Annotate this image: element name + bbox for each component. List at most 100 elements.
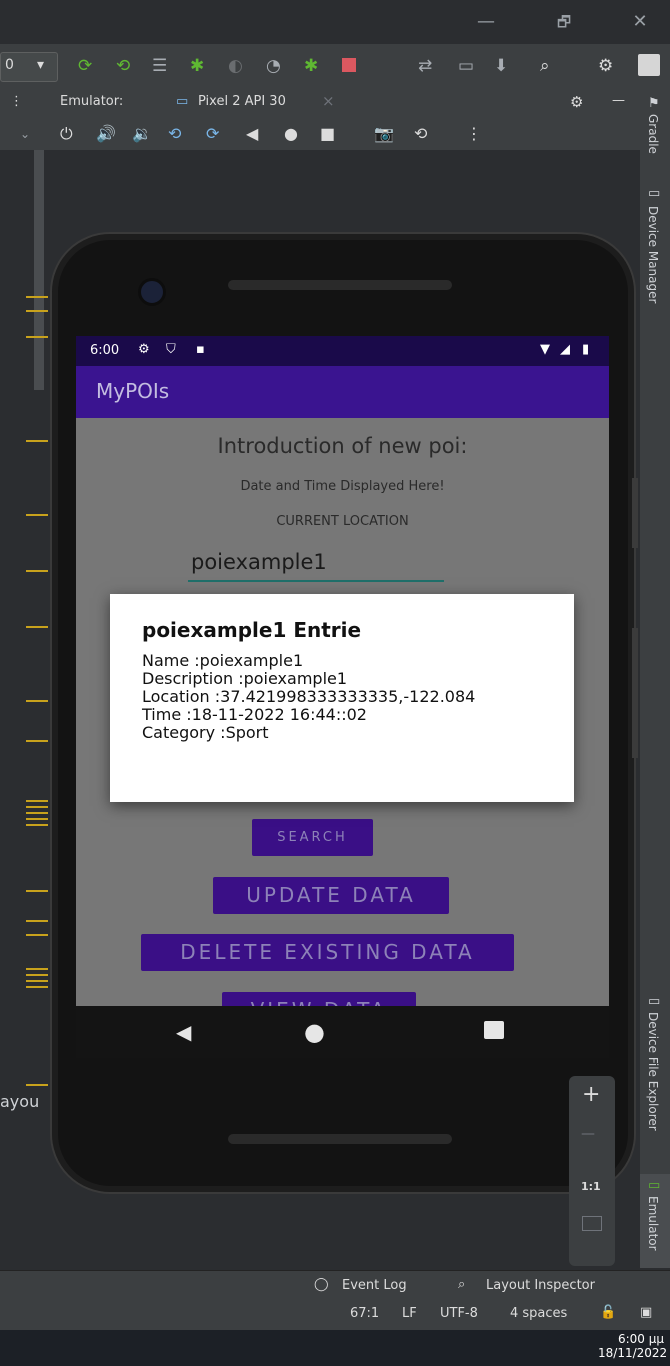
stop-icon[interactable] (342, 58, 356, 72)
dialog-body: Name :poiexample1 Description :poiexampl… (142, 652, 475, 742)
emulator-controls: ⌄ ⏻ 🔊 🔉 ⟲ ⟳ ◀ ● ■ 📷 ⟲ ⋮ (0, 118, 640, 150)
apply-code-changes-icon[interactable]: ⟲ (116, 54, 130, 78)
editor-gutter: ayou (0, 150, 56, 1270)
sd-card-icon: ▪ (196, 342, 205, 357)
power-key (632, 478, 638, 548)
line-separator[interactable]: LF (402, 1306, 417, 1321)
tab-close-icon[interactable]: × (322, 92, 335, 110)
event-log-icon: ◯ (314, 1277, 329, 1292)
layout-inspector-icon: ⌕ (458, 1277, 466, 1292)
logcat-icon[interactable]: ☰ (152, 54, 167, 78)
gutter-marker (26, 1084, 48, 1086)
gutter-marker (26, 818, 48, 820)
user-avatar[interactable] (638, 54, 660, 76)
hide-panel-icon[interactable]: — (612, 93, 625, 108)
view-data-button[interactable]: VIEW DATA (222, 992, 416, 1006)
emulator-tab-bar: ⋮ Emulator: ▭ Pixel 2 API 30 × ⚙ — (0, 88, 640, 121)
gutter-marker (26, 806, 48, 808)
tab-label: Pixel 2 API 30 (198, 94, 286, 109)
clock[interactable]: 6:00 μμ 18/11/2022 (598, 1332, 667, 1360)
lock-icon[interactable]: 🔓 (600, 1305, 616, 1320)
device-manager-icon: ▭ (648, 186, 661, 201)
settings-notification-icon: ⚙ (138, 342, 150, 357)
device-file-explorer-tool-tab[interactable]: Device File Explorer (646, 1012, 660, 1131)
search-button[interactable]: SEARCH (252, 819, 373, 856)
collapse-icon[interactable]: ⌄ (20, 123, 30, 145)
run-config-dropdown[interactable]: 0 ▾ (0, 52, 58, 82)
rotate-right-icon[interactable]: ⟳ (206, 123, 219, 145)
current-location-text: CURRENT LOCATION (276, 514, 409, 529)
close-button[interactable]: ✕ (620, 8, 660, 36)
volume-down-icon[interactable]: 🔉 (132, 123, 152, 145)
gutter-marker (26, 310, 48, 312)
entry-dialog: poiexample1 Entrie Name :poiexample1 Des… (110, 594, 574, 802)
zoom-actual-size-button[interactable]: 1:1 (581, 1180, 601, 1193)
notifications-icon[interactable]: ▣ (640, 1305, 652, 1320)
sdk-manager-icon[interactable]: ⬇ (494, 54, 508, 78)
gutter-marker (26, 440, 48, 442)
gutter-marker (26, 336, 48, 338)
gutter-marker (26, 626, 48, 628)
gutter-marker (26, 700, 48, 702)
poi-name-input[interactable]: poiexample1 (188, 544, 444, 582)
dialog-line-location: Location :37.421998333333335,-122.084 (142, 687, 476, 706)
update-data-button[interactable]: UPDATE DATA (213, 877, 449, 914)
gutter-marker (26, 812, 48, 814)
minimize-button[interactable]: — (466, 8, 506, 36)
layout-inspector-tab[interactable]: Layout Inspector (486, 1278, 595, 1293)
gutter-marker (26, 800, 48, 802)
device-manager-tool-tab[interactable]: Device Manager (646, 206, 660, 303)
snapshot-icon[interactable]: ⟲ (414, 123, 427, 145)
right-tool-strip: ⚑ Gradle ▭ Device Manager ▭ Device File … (640, 88, 670, 1268)
nav-overview-icon[interactable] (484, 1021, 504, 1039)
dialog-line-description: Description :poiexample1 (142, 669, 348, 688)
power-icon[interactable]: ⏻ (60, 123, 73, 145)
app-title: MyPOIs (96, 379, 170, 403)
profiler-icon[interactable]: ◔ (266, 54, 281, 78)
debug-icon[interactable]: ✱ (190, 54, 204, 78)
main-toolbar: 0 ▾ ⟳ ⟲ ☰ ✱ ◐ ◔ ✱ ⇄ ▭ ⬇ ⌕ ⚙ (0, 44, 670, 89)
nav-back-icon[interactable]: ◀ (176, 1020, 191, 1044)
gradle-tool-tab[interactable]: Gradle (646, 114, 660, 154)
caret-position[interactable]: 67:1 (350, 1306, 379, 1321)
tab-pixel-2-api-30[interactable]: ▭ Pixel 2 API 30 × (164, 88, 354, 121)
gutter-scrollbar[interactable] (34, 150, 44, 390)
zoom-fit-icon[interactable] (582, 1216, 602, 1231)
back-icon[interactable]: ◀ (246, 123, 258, 145)
emulator-icon: ▭ (648, 1178, 661, 1193)
overview-icon[interactable]: ■ (320, 123, 335, 145)
coverage-icon[interactable]: ◐ (228, 54, 243, 78)
attach-debugger-icon[interactable]: ✱ (304, 54, 318, 78)
gutter-marker (26, 920, 48, 922)
nav-home-icon[interactable]: ● (304, 1018, 325, 1046)
zoom-out-button[interactable]: — (581, 1126, 595, 1142)
date-time-text: Date and Time Displayed Here! (240, 479, 445, 494)
apply-changes-icon[interactable]: ⟳ (78, 54, 92, 78)
file-encoding[interactable]: UTF-8 (440, 1306, 478, 1321)
more-options-icon[interactable]: ⋮ (466, 123, 482, 145)
gutter-marker (26, 514, 48, 516)
wifi-icon: ▼ (540, 342, 550, 357)
gutter-marker (26, 934, 48, 936)
gutter-marker (26, 740, 48, 742)
zoom-in-button[interactable]: + (582, 1082, 600, 1107)
avd-manager-icon[interactable]: ▭ (458, 54, 474, 78)
tab-options-icon[interactable]: ⋮ (10, 94, 23, 109)
gear-icon[interactable]: ⚙ (598, 54, 613, 78)
home-icon[interactable]: ● (284, 123, 298, 145)
rotate-left-icon[interactable]: ⟲ (168, 123, 181, 145)
gradle-icon: ⚑ (648, 96, 660, 111)
gutter-partial-text: ayou (0, 1092, 40, 1111)
signal-icon: ◢ (560, 342, 570, 357)
volume-up-icon[interactable]: 🔊 (96, 123, 116, 145)
indent-setting[interactable]: 4 spaces (510, 1306, 567, 1321)
emulator-tab-active[interactable]: ▭ Emulator (640, 1174, 670, 1268)
sync-gradle-icon[interactable]: ⇄ (418, 54, 432, 78)
run-config-value: 0 (5, 57, 14, 73)
restore-button[interactable]: 🗗 (544, 8, 584, 36)
search-icon[interactable]: ⌕ (540, 54, 550, 78)
delete-data-button[interactable]: DELETE EXISTING DATA (141, 934, 514, 971)
event-log-tab[interactable]: Event Log (342, 1278, 407, 1293)
emulator-settings-icon[interactable]: ⚙ (570, 93, 583, 111)
screenshot-icon[interactable]: 📷 (374, 123, 394, 145)
